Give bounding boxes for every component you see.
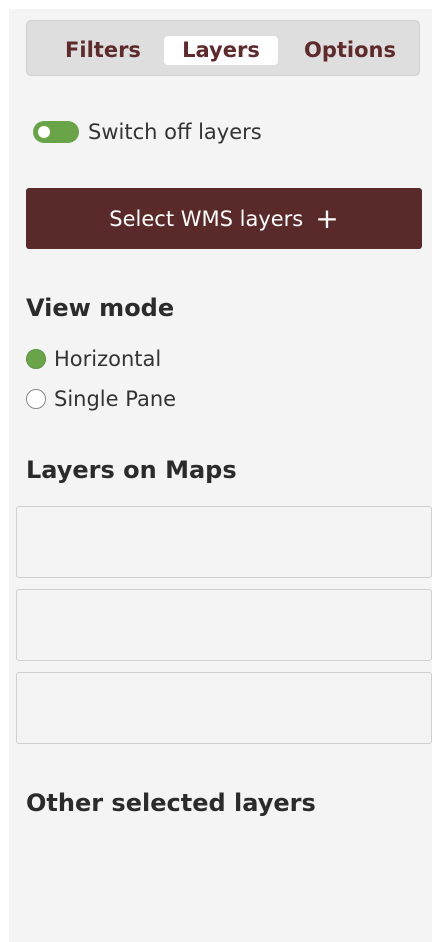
layers-panel: Filters Layers Options Switch off layers… xyxy=(9,9,432,942)
switch-off-layers-row: Switch off layers xyxy=(33,119,262,145)
tab-bar: Filters Layers Options xyxy=(26,20,420,76)
layers-on-maps-title: Layers on Maps xyxy=(26,456,237,484)
select-wms-layers-label: Select WMS layers xyxy=(109,206,304,231)
view-mode-horizontal-label: Horizontal xyxy=(54,347,162,371)
view-mode-horizontal-option[interactable]: Horizontal xyxy=(26,347,161,371)
view-mode-single-pane-option[interactable]: Single Pane xyxy=(26,387,176,411)
select-wms-layers-button[interactable]: Select WMS layers + xyxy=(26,188,422,249)
map-layer-slot-2[interactable] xyxy=(16,589,432,661)
tab-options[interactable]: Options xyxy=(294,36,406,65)
other-selected-layers-title: Other selected layers xyxy=(26,789,316,817)
switch-off-layers-toggle[interactable] xyxy=(33,121,79,143)
view-mode-single-pane-label: Single Pane xyxy=(54,387,177,411)
map-layer-slot-3[interactable] xyxy=(16,672,432,744)
switch-off-layers-label: Switch off layers xyxy=(88,120,262,144)
radio-unchecked-icon[interactable] xyxy=(26,389,46,409)
map-layer-slot-1[interactable] xyxy=(16,506,432,578)
view-mode-title: View mode xyxy=(26,294,175,322)
toggle-knob xyxy=(38,126,50,138)
tab-filters[interactable]: Filters xyxy=(47,36,159,65)
radio-checked-icon[interactable] xyxy=(26,349,46,369)
tab-layers[interactable]: Layers xyxy=(164,36,278,65)
plus-icon: + xyxy=(315,201,339,235)
